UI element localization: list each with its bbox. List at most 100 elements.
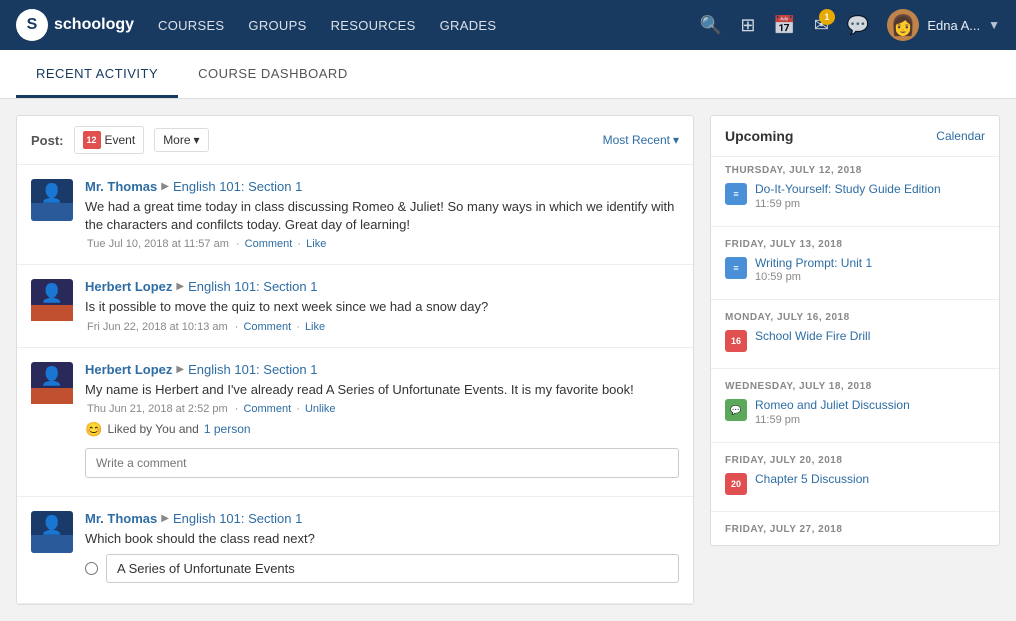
main-layout: Post: 12 Event More ▾ Most Recent ▾ Mr. … — [0, 99, 1016, 621]
chevron-down-icon: ▼ — [988, 18, 1000, 32]
most-recent-dropdown[interactable]: Most Recent ▾ — [603, 133, 679, 147]
date-section: FRIDAY, JULY 27, 2018 — [711, 516, 999, 545]
apps-icon[interactable]: ⊞ — [740, 15, 755, 36]
course-link[interactable]: English 101: Section 1 — [173, 179, 302, 194]
messages-icon[interactable]: ✉ 1 — [814, 15, 829, 36]
more-button[interactable]: More ▾ — [154, 128, 208, 152]
upcoming-header: Upcoming Calendar — [711, 116, 999, 157]
date-section: WEDNESDAY, JULY 18, 2018 💬 Romeo and Jul… — [711, 373, 999, 438]
date-section: THURSDAY, JULY 12, 2018 ≡ Do-It-Yourself… — [711, 157, 999, 222]
event-details: Do-It-Yourself: Study Guide Edition 11:5… — [755, 182, 985, 210]
calendar-icon[interactable]: 📅 — [773, 15, 795, 36]
avatar: 👩 — [887, 9, 919, 41]
calendar-link[interactable]: Calendar — [936, 129, 985, 143]
like-emoji: 😊 — [85, 421, 102, 438]
assignment-icon: ≡ — [725, 183, 747, 205]
date-label: WEDNESDAY, JULY 18, 2018 — [725, 381, 985, 392]
poster-name[interactable]: Mr. Thomas — [85, 511, 157, 526]
event-details: Romeo and Juliet Discussion 11:59 pm — [755, 398, 985, 426]
comment-link[interactable]: Comment — [243, 321, 291, 333]
more-chevron-icon: ▾ — [194, 133, 200, 147]
nav-groups[interactable]: GROUPS — [248, 18, 306, 33]
event-name[interactable]: Writing Prompt: Unit 1 — [755, 256, 985, 272]
tab-recent-activity[interactable]: RECENT ACTIVITY — [16, 50, 178, 98]
main-nav-links: COURSES GROUPS RESOURCES GRADES — [158, 18, 496, 33]
avatar-wrap — [31, 362, 73, 482]
activity-text: My name is Herbert and I've already read… — [85, 381, 679, 399]
event-calendar-icon: 16 — [725, 330, 747, 352]
event-time: 11:59 pm — [755, 414, 985, 426]
event-item: ≡ Writing Prompt: Unit 1 10:59 pm — [725, 256, 985, 284]
event-button[interactable]: 12 Event — [74, 126, 145, 154]
event-name[interactable]: Do-It-Yourself: Study Guide Edition — [755, 182, 985, 198]
notifications-icon[interactable]: 💬 — [847, 15, 869, 36]
notification-badge: 1 — [819, 9, 835, 25]
event-details: Chapter 5 Discussion — [755, 472, 985, 488]
event-name[interactable]: School Wide Fire Drill — [755, 329, 985, 345]
comment-link[interactable]: Comment — [243, 403, 291, 415]
post-bar: Post: 12 Event More ▾ Most Recent ▾ — [17, 116, 693, 165]
event-time: 10:59 pm — [755, 271, 985, 283]
nav-right-area: 🔍 ⊞ 📅 ✉ 1 💬 👩 Edna A... ▼ — [700, 9, 1000, 41]
activity-item: Mr. Thomas ▶ English 101: Section 1 Whic… — [17, 497, 693, 604]
like-link[interactable]: Like — [306, 238, 326, 250]
post-label: Post: — [31, 133, 64, 148]
arrow-right-icon: ▶ — [161, 513, 169, 524]
liked-person-link[interactable]: 1 person — [204, 422, 251, 436]
activity-header: Mr. Thomas ▶ English 101: Section 1 — [85, 511, 679, 526]
arrow-right-icon: ▶ — [161, 181, 169, 192]
poll-option-label: A Series of Unfortunate Events — [106, 554, 679, 583]
event-item: 💬 Romeo and Juliet Discussion 11:59 pm — [725, 398, 985, 426]
user-name: Edna A... — [927, 18, 980, 33]
date-label: FRIDAY, JULY 27, 2018 — [725, 524, 985, 535]
course-link[interactable]: English 101: Section 1 — [188, 279, 317, 294]
logo[interactable]: S schoology — [16, 9, 134, 41]
meta-separator: · — [236, 238, 243, 250]
nav-grades[interactable]: GRADES — [440, 18, 497, 33]
nav-resources[interactable]: RESOURCES — [331, 18, 416, 33]
activity-header: Mr. Thomas ▶ English 101: Section 1 — [85, 179, 679, 194]
poll-radio[interactable] — [85, 562, 98, 575]
logo-icon: S — [16, 9, 48, 41]
poster-name[interactable]: Herbert Lopez — [85, 362, 172, 377]
event-name[interactable]: Romeo and Juliet Discussion — [755, 398, 985, 414]
activity-text: Is it possible to move the quiz to next … — [85, 298, 679, 316]
date-section: FRIDAY, JULY 13, 2018 ≡ Writing Prompt: … — [711, 231, 999, 296]
date-section: MONDAY, JULY 16, 2018 16 School Wide Fir… — [711, 304, 999, 364]
unlike-link[interactable]: Unlike — [305, 403, 336, 415]
event-item: 20 Chapter 5 Discussion — [725, 472, 985, 495]
nav-courses[interactable]: COURSES — [158, 18, 224, 33]
poster-name[interactable]: Mr. Thomas — [85, 179, 157, 194]
course-link[interactable]: English 101: Section 1 — [188, 362, 317, 377]
activity-body: Mr. Thomas ▶ English 101: Section 1 We h… — [85, 179, 679, 250]
avatar-wrap — [31, 179, 73, 250]
search-icon[interactable]: 🔍 — [700, 15, 722, 36]
poster-name[interactable]: Herbert Lopez — [85, 279, 172, 294]
meta-date: Fri Jun 22, 2018 at 10:13 am — [87, 321, 228, 333]
activity-meta: Tue Jul 10, 2018 at 11:57 am · Comment ·… — [85, 238, 679, 250]
discussion-icon: 💬 — [725, 399, 747, 421]
arrow-right-icon: ▶ — [176, 364, 184, 375]
date-label: MONDAY, JULY 16, 2018 — [725, 312, 985, 323]
tabs-bar: RECENT ACTIVITY COURSE DASHBOARD — [0, 50, 1016, 99]
course-link[interactable]: English 101: Section 1 — [173, 511, 302, 526]
activity-item: Mr. Thomas ▶ English 101: Section 1 We h… — [17, 165, 693, 265]
tab-course-dashboard[interactable]: COURSE DASHBOARD — [178, 50, 368, 98]
like-link[interactable]: Like — [305, 321, 325, 333]
poll-question: Which book should the class read next? — [85, 530, 679, 548]
meta-date: Tue Jul 10, 2018 at 11:57 am — [87, 238, 229, 250]
comment-link[interactable]: Comment — [245, 238, 293, 250]
activity-body: Mr. Thomas ▶ English 101: Section 1 Whic… — [85, 511, 679, 589]
comment-input[interactable] — [85, 448, 679, 478]
poll-option: A Series of Unfortunate Events — [85, 554, 679, 583]
most-recent-label: Most Recent — [603, 133, 670, 147]
event-time: 11:59 pm — [755, 198, 985, 210]
activity-meta: Fri Jun 22, 2018 at 10:13 am · Comment ·… — [85, 321, 679, 333]
event-name[interactable]: Chapter 5 Discussion — [755, 472, 985, 488]
user-menu[interactable]: 👩 Edna A... ▼ — [887, 9, 1000, 41]
activity-feed: Post: 12 Event More ▾ Most Recent ▾ Mr. … — [16, 115, 694, 605]
activity-meta: Thu Jun 21, 2018 at 2:52 pm · Comment · … — [85, 403, 679, 415]
avatar-wrap — [31, 511, 73, 589]
meta-dot: · — [297, 238, 304, 250]
event-button-label: Event — [105, 133, 136, 147]
